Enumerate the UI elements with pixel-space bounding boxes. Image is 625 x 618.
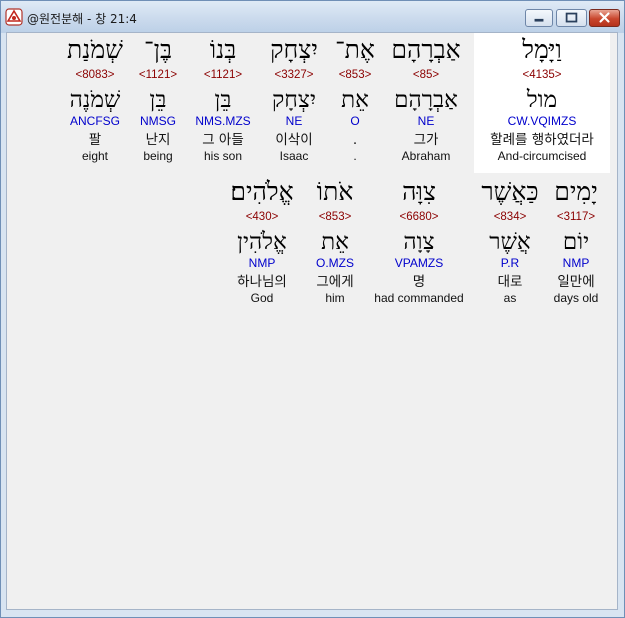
- word-block[interactable]: שְׁמֹנַת <8083> שְׁמֹנֶה ANCFSG 팔 eight: [25, 33, 165, 165]
- app-icon[interactable]: [5, 8, 23, 26]
- english-gloss: God: [250, 291, 274, 305]
- strongs-number[interactable]: <430>: [212, 209, 312, 225]
- title-bar[interactable]: @원전분해 - 창 21:4: [1, 1, 624, 33]
- maximize-button[interactable]: [556, 9, 587, 27]
- morphology-code[interactable]: NMP: [212, 255, 312, 273]
- hebrew-word: אֱלֹהִים׃: [230, 177, 294, 206]
- window-title: @원전분해 - 창 21:4: [27, 12, 137, 26]
- maximize-icon: [565, 12, 578, 23]
- verse-line-2: יָמִים <3117> יוֹם NMP 일만에 days old כַּא…: [7, 175, 617, 315]
- english-gloss: eight: [81, 149, 109, 163]
- app-window: @원전분해 - 창 21:4 וַיָּמָל <4135> מול CW.VQ…: [0, 0, 625, 618]
- korean-gloss: 팔: [88, 132, 102, 148]
- close-icon: [599, 12, 610, 23]
- window-bottom-border: [1, 611, 624, 617]
- hebrew-lemma: אֱלֹהִין: [237, 229, 287, 255]
- hebrew-word: שְׁמֹנַת: [67, 35, 123, 64]
- morphology-code[interactable]: ANCFSG: [25, 113, 165, 131]
- close-button[interactable]: [589, 9, 620, 27]
- hebrew-lemma: שְׁמֹנֶה: [69, 87, 121, 113]
- word-block[interactable]: אֱלֹהִים׃ <430> אֱלֹהִין NMP 하나님의 God: [212, 175, 312, 307]
- korean-gloss: 하나님의: [237, 274, 287, 290]
- interlinear-panel[interactable]: וַיָּמָל <4135> מול CW.VQIMZS 할례를 행하였더라 …: [6, 32, 618, 610]
- strongs-number[interactable]: <8083>: [25, 67, 165, 83]
- minimize-button[interactable]: [525, 9, 553, 27]
- verse-line-1: וַיָּמָל <4135> מול CW.VQIMZS 할례를 행하였더라 …: [7, 33, 617, 173]
- minimize-icon: [534, 18, 544, 22]
